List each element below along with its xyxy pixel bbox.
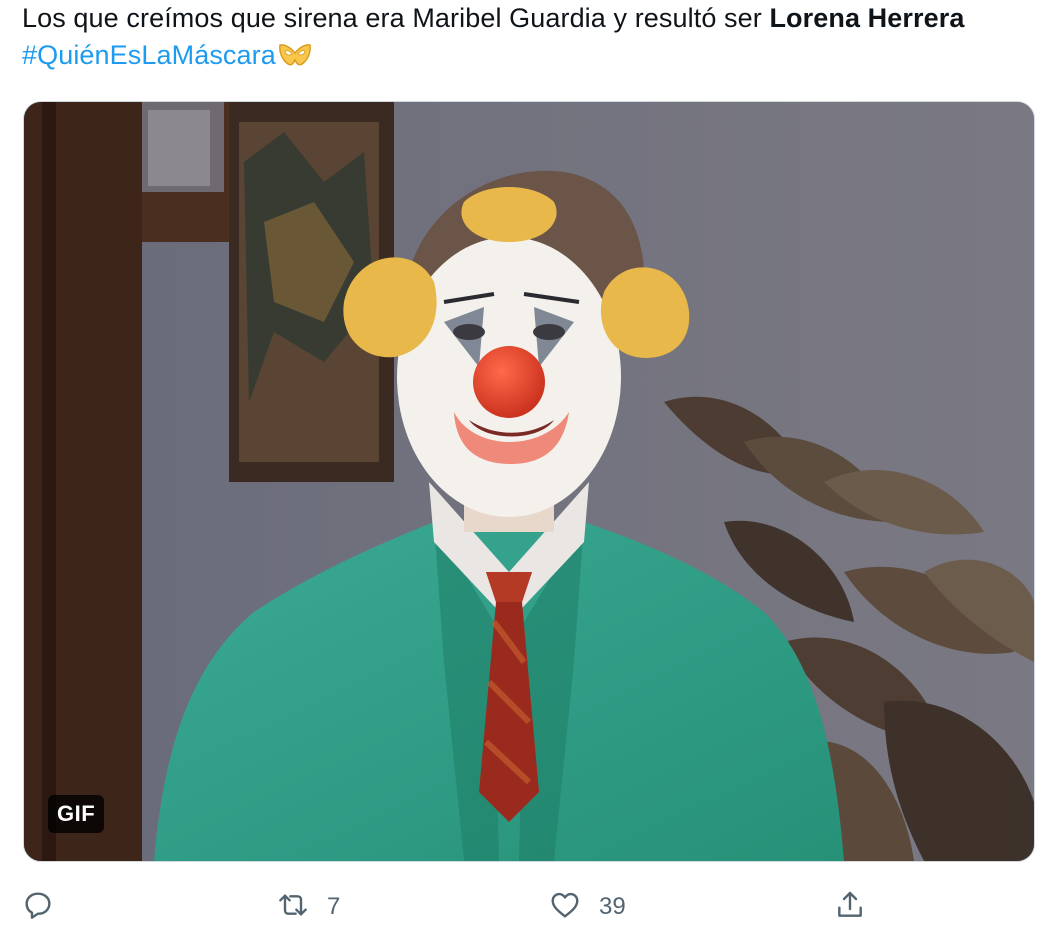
gif-badge: GIF <box>48 795 105 833</box>
golden-mask-emoji-icon <box>278 41 312 67</box>
tweet-text: Los que creímos que sirena era Maribel G… <box>22 0 1022 74</box>
tweet-body-text: Los que creímos que sirena era Maribel G… <box>22 3 770 33</box>
tweet-action-bar: 7 39 <box>0 880 1046 934</box>
gif-media[interactable] <box>23 101 1035 862</box>
like-button[interactable]: 39 <box>549 880 626 934</box>
share-icon <box>834 889 866 926</box>
retweet-icon <box>277 889 309 926</box>
retweet-count: 7 <box>327 893 341 920</box>
gif-frame-clown-image <box>24 102 1034 861</box>
share-button[interactable] <box>834 880 866 934</box>
reply-button[interactable] <box>22 880 54 934</box>
hashtag-link[interactable]: #QuiénEsLaMáscara <box>22 40 276 70</box>
tweet-bold-name: Lorena Herrera <box>769 3 965 33</box>
heart-icon <box>549 889 581 926</box>
reply-icon <box>22 889 54 926</box>
like-count: 39 <box>599 893 626 920</box>
retweet-button[interactable]: 7 <box>277 880 340 934</box>
